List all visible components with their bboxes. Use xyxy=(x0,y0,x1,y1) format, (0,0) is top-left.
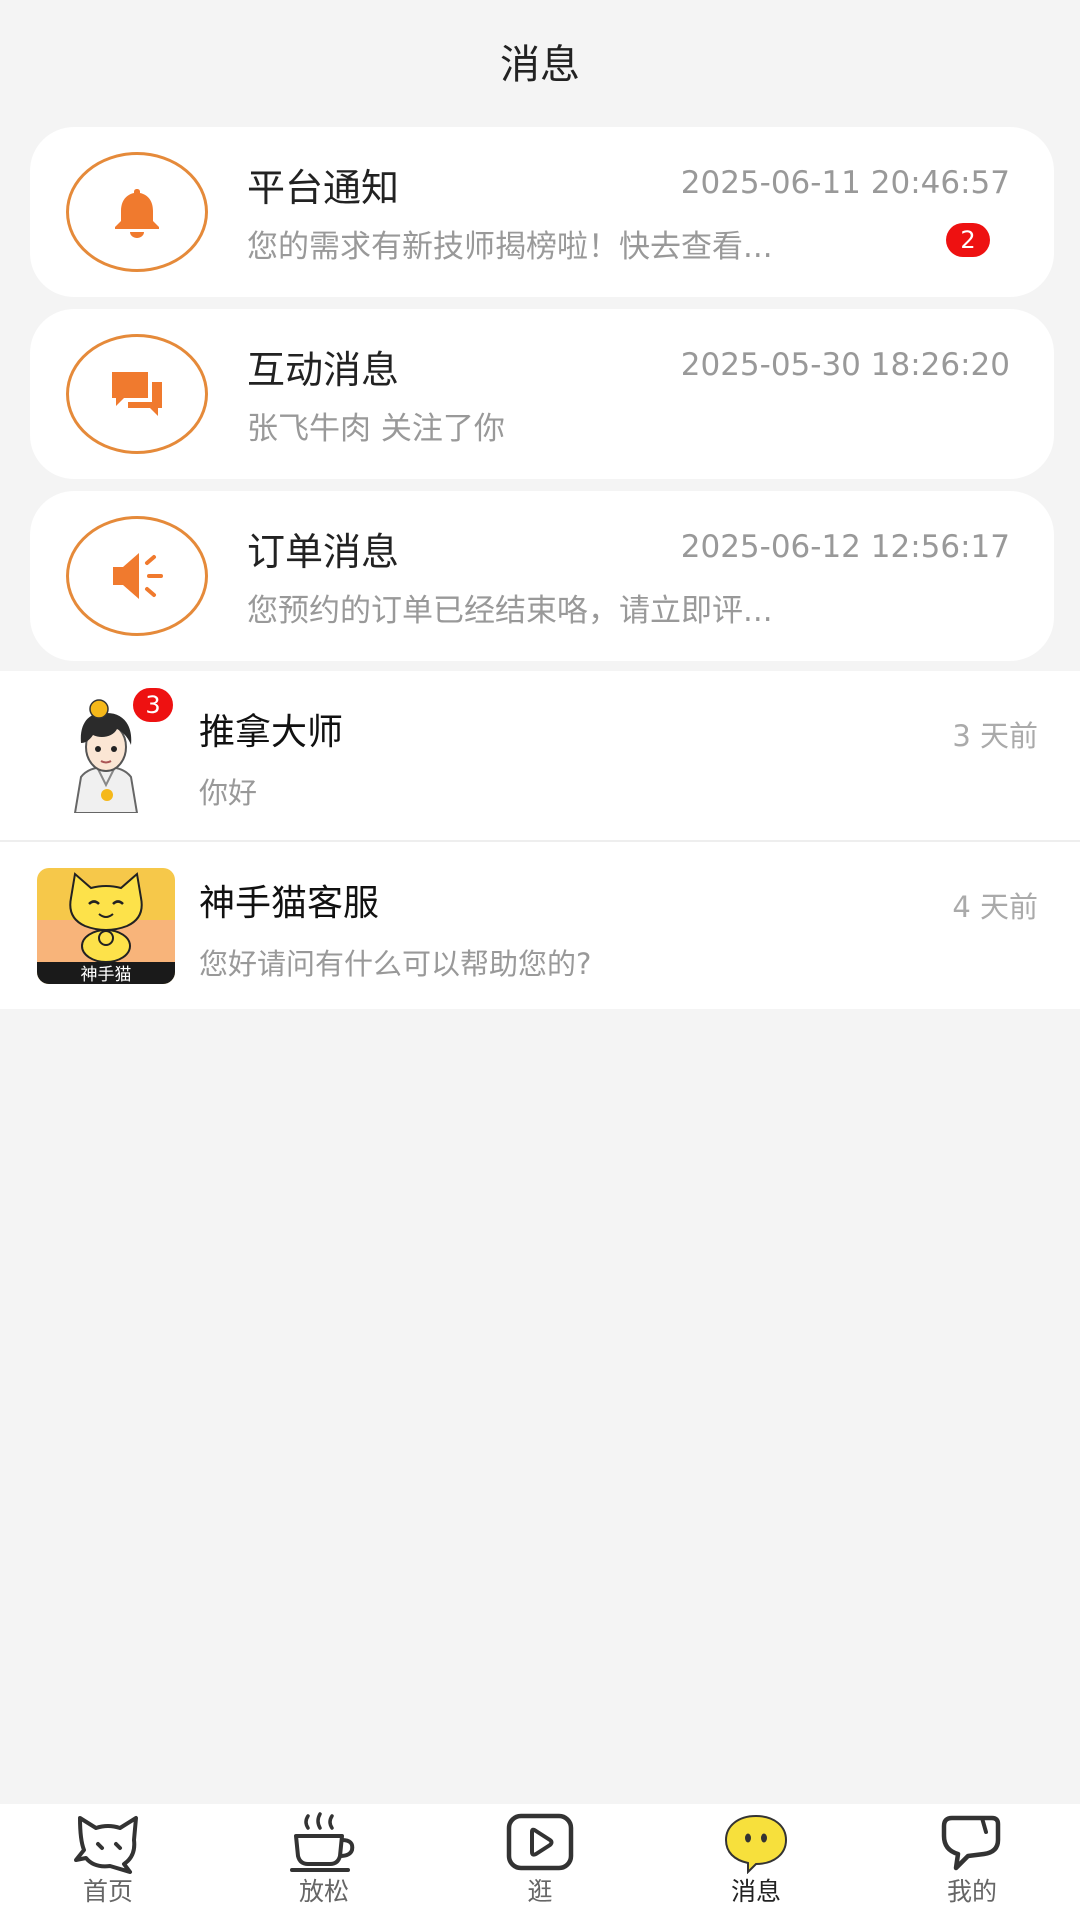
tab-relax[interactable]: 放松 xyxy=(216,1804,432,1920)
tab-label: 逛 xyxy=(527,1877,553,1906)
chat-time: 3 天前 xyxy=(952,719,1038,753)
interaction-message-card[interactable]: 互动消息 2025-05-30 18:26:20 张飞牛肉 关注了你 xyxy=(30,309,1054,479)
speaker-icon xyxy=(66,516,208,636)
tab-browse[interactable]: 逛 xyxy=(432,1804,648,1920)
card-time: 2025-06-12 12:56:17 xyxy=(680,529,1010,565)
bottom-tab-bar: 首页 放松 逛 消息 我的 xyxy=(0,1804,1080,1920)
chat-name: 神手猫客服 xyxy=(199,883,380,924)
card-title: 平台通知 xyxy=(247,166,400,210)
card-subtitle: 您预约的订单已经结束咯，请立即评... xyxy=(247,593,773,629)
unread-badge: 3 xyxy=(131,686,175,724)
tab-home[interactable]: 首页 xyxy=(0,1804,216,1920)
chat-name: 推拿大师 xyxy=(199,712,344,753)
card-subtitle: 您的需求有新技师揭榜啦！快去查看... xyxy=(247,229,773,265)
cat-logo-avatar: 神手猫 xyxy=(37,868,175,984)
page-title: 消息 xyxy=(500,42,580,88)
card-subtitle: 张飞牛肉 关注了你 xyxy=(247,411,505,447)
chat-item[interactable]: 3 推拿大师 3 天前 你好 xyxy=(0,671,1080,840)
tab-profile[interactable]: 我的 xyxy=(864,1804,1080,1920)
tab-messages[interactable]: 消息 xyxy=(648,1804,864,1920)
play-icon xyxy=(506,1813,574,1871)
bell-icon xyxy=(66,152,208,272)
tab-label: 我的 xyxy=(946,1877,997,1906)
tab-label: 消息 xyxy=(730,1877,781,1906)
header: 消息 xyxy=(0,0,1080,122)
chat-last-message: 你好 xyxy=(199,776,258,810)
cat-head-icon xyxy=(74,1816,138,1874)
card-time: 2025-05-30 18:26:20 xyxy=(680,347,1010,383)
chat-item[interactable]: 神手猫 神手猫客服 4 天前 您好请问有什么可以帮助您的? xyxy=(0,840,1080,1009)
messages-screen: 消息 平台通知 2025-06-11 20:46:57 您的需求有新技师揭榜啦！… xyxy=(0,0,1080,1920)
card-time: 2025-06-11 20:46:57 xyxy=(680,165,1010,201)
tab-label: 放松 xyxy=(298,1877,349,1906)
system-message-list: 平台通知 2025-06-11 20:46:57 您的需求有新技师揭榜啦！快去查… xyxy=(0,122,1080,661)
platform-notice-card[interactable]: 平台通知 2025-06-11 20:46:57 您的需求有新技师揭榜啦！快去查… xyxy=(30,127,1054,297)
card-title: 互动消息 xyxy=(247,348,400,392)
avatar-logo-text: 神手猫 xyxy=(81,965,132,984)
unread-badge: 2 xyxy=(946,223,990,257)
chat-bubbles-icon xyxy=(66,334,208,454)
card-title: 订单消息 xyxy=(247,530,400,574)
chat-last-message: 您好请问有什么可以帮助您的? xyxy=(199,947,592,981)
coffee-cup-icon xyxy=(290,1812,355,1872)
chat-list: 3 推拿大师 3 天前 你好 神手猫 神手猫客服 4 天前 您好请问有什么可以帮… xyxy=(0,671,1080,1009)
message-icon xyxy=(724,1814,788,1874)
profile-bubble-icon xyxy=(941,1815,1001,1871)
tab-label: 首页 xyxy=(82,1877,133,1906)
chat-time: 4 天前 xyxy=(952,890,1038,924)
order-message-card[interactable]: 订单消息 2025-06-12 12:56:17 您预约的订单已经结束咯，请立即… xyxy=(30,491,1054,661)
